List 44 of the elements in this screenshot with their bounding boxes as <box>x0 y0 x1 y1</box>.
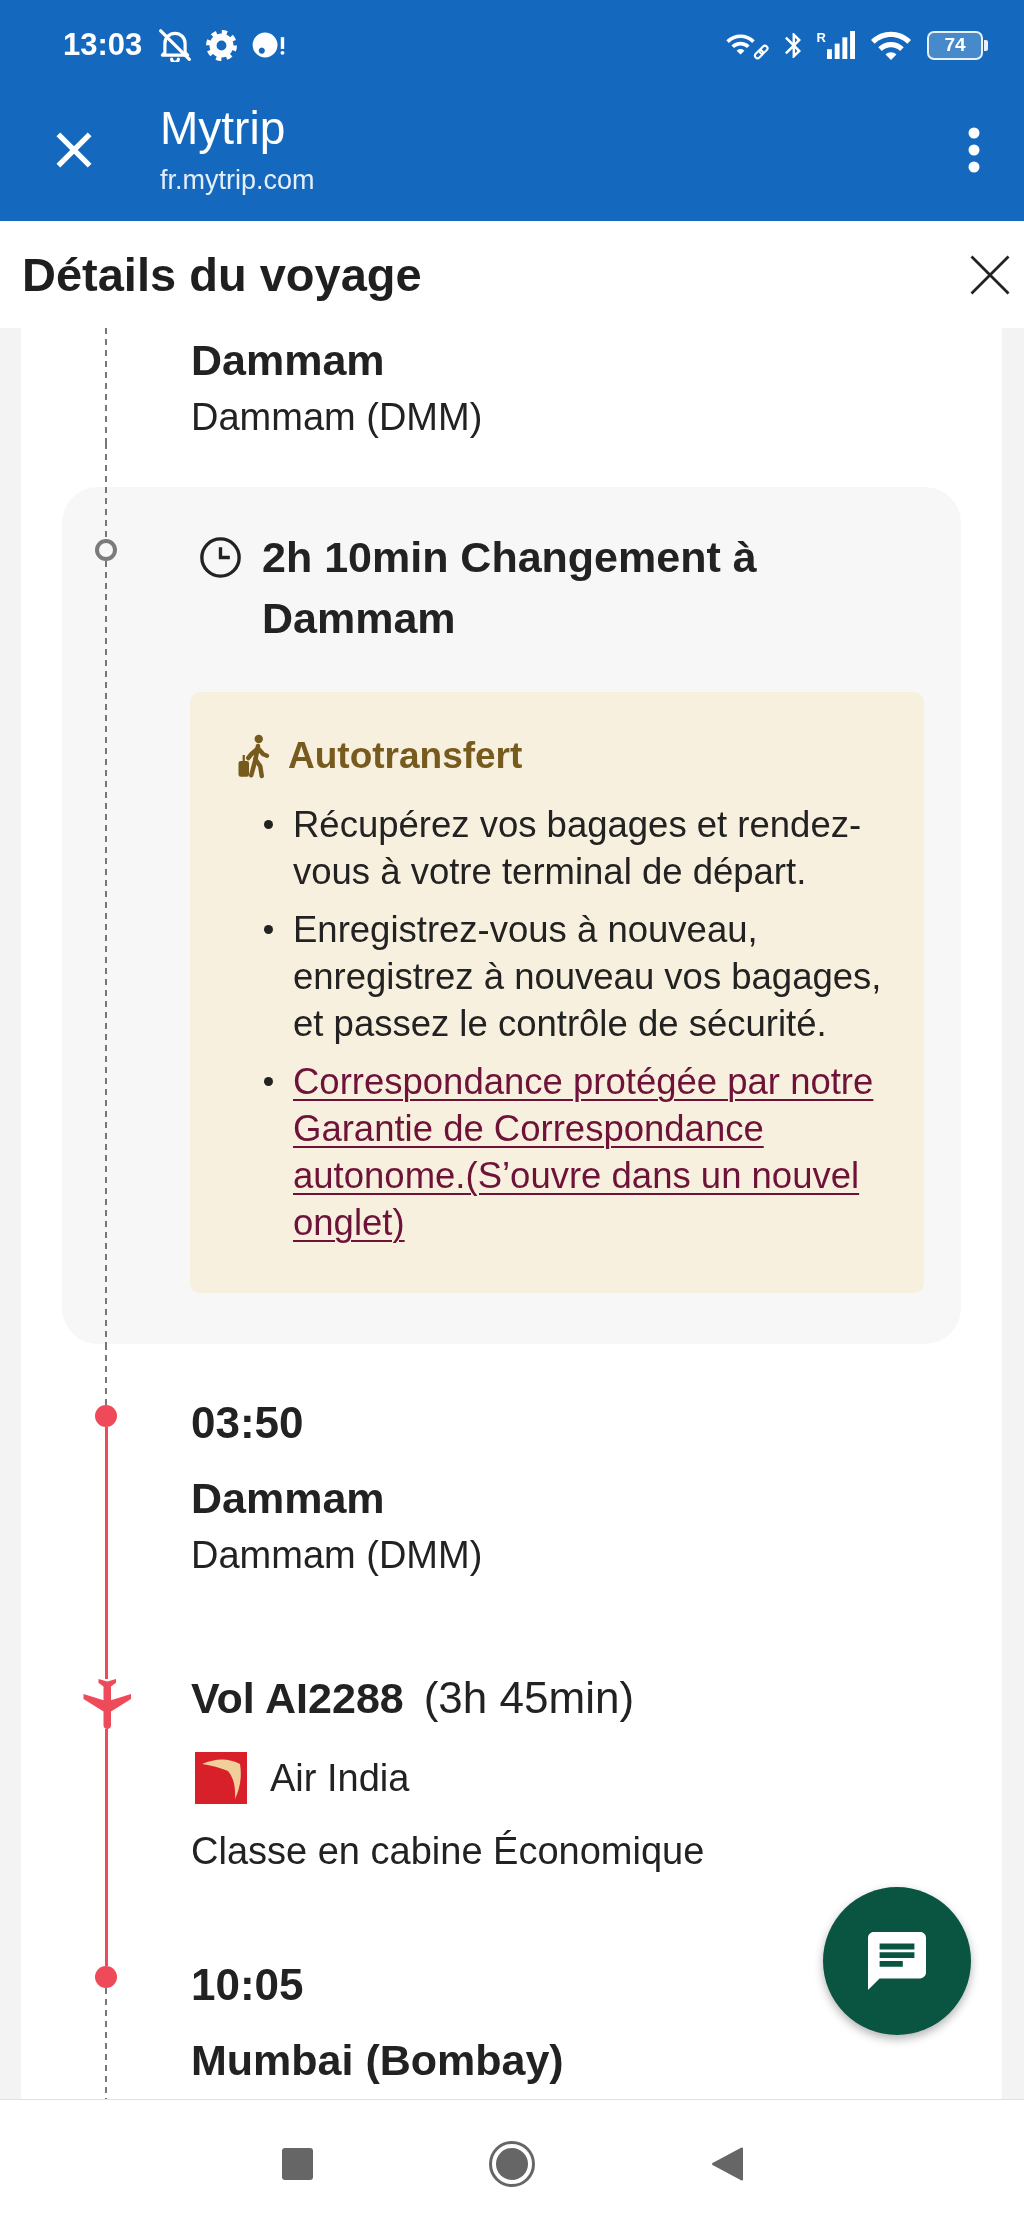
bullet-icon <box>264 1077 273 1086</box>
bluetooth-icon <box>784 31 801 59</box>
person-with-luggage-icon <box>237 733 270 779</box>
timeline-dot-icon <box>95 1966 117 1988</box>
status-time: 13:03 <box>63 27 143 63</box>
clock-icon <box>200 537 241 578</box>
gear-icon <box>206 29 238 61</box>
more-icon[interactable] <box>968 126 980 173</box>
notice-text: Récupérez vos bagages et rendez-vous à votre terminal de départ. <box>293 803 863 894</box>
airplane-icon <box>81 1679 131 1729</box>
battery-indicator: 74 <box>927 30 988 60</box>
flight-number: Vol AI2288 <box>191 1673 404 1724</box>
signal-icon <box>827 31 855 59</box>
chat-icon <box>868 1932 926 1990</box>
back-icon[interactable] <box>710 2146 743 2181</box>
flight-duration: (3h 45min) <box>423 1672 635 1724</box>
sheet-title: Détails du voyage <box>22 246 422 303</box>
stop-time: 10:05 <box>191 1959 304 2011</box>
notice-text: Enregistrez-vous à nouveau, enregistrez à nouveau vos bagages, et passez le contrôle de sécurité. <box>293 908 883 1046</box>
home-icon[interactable] <box>488 2140 535 2187</box>
airline-logo-icon <box>195 1752 247 1804</box>
airline-name: Air India <box>270 1756 410 1801</box>
page-url: fr.mytrip.com <box>160 164 315 197</box>
roaming-label: R <box>816 31 826 45</box>
airport-name: Dammam (DMM) <box>191 1533 483 1578</box>
place-name: Dammam <box>191 1473 385 1524</box>
notice-link[interactable]: Correspondance protégée par notre Garantie de Correspondance autonome.(S’ouvre dans un nouvel onglet) <box>293 1058 898 1246</box>
page-title: Mytrip <box>160 102 286 154</box>
wifi-icon <box>871 29 911 61</box>
bullet-icon <box>264 925 273 934</box>
timeline-dot-icon <box>95 1405 117 1427</box>
circle-alert-icon <box>252 31 287 59</box>
cabin-class: Classe en cabine Économique <box>191 1829 705 1874</box>
stop-time: 03:50 <box>191 1397 304 1449</box>
close-icon[interactable] <box>970 254 1010 295</box>
recents-icon[interactable] <box>281 2147 313 2180</box>
place-name: Mumbai (Bombay) <box>191 2035 564 2086</box>
notice-title: Autotransfert <box>288 734 523 778</box>
layover-title: 2h 10min Changement à Dammam <box>262 532 758 644</box>
airport-name: Dammam (DMM) <box>191 395 483 440</box>
timeline-ring-icon <box>95 539 117 561</box>
place-name: Dammam <box>191 335 385 386</box>
bullet-icon <box>264 820 273 829</box>
bell-off-icon <box>159 28 192 62</box>
